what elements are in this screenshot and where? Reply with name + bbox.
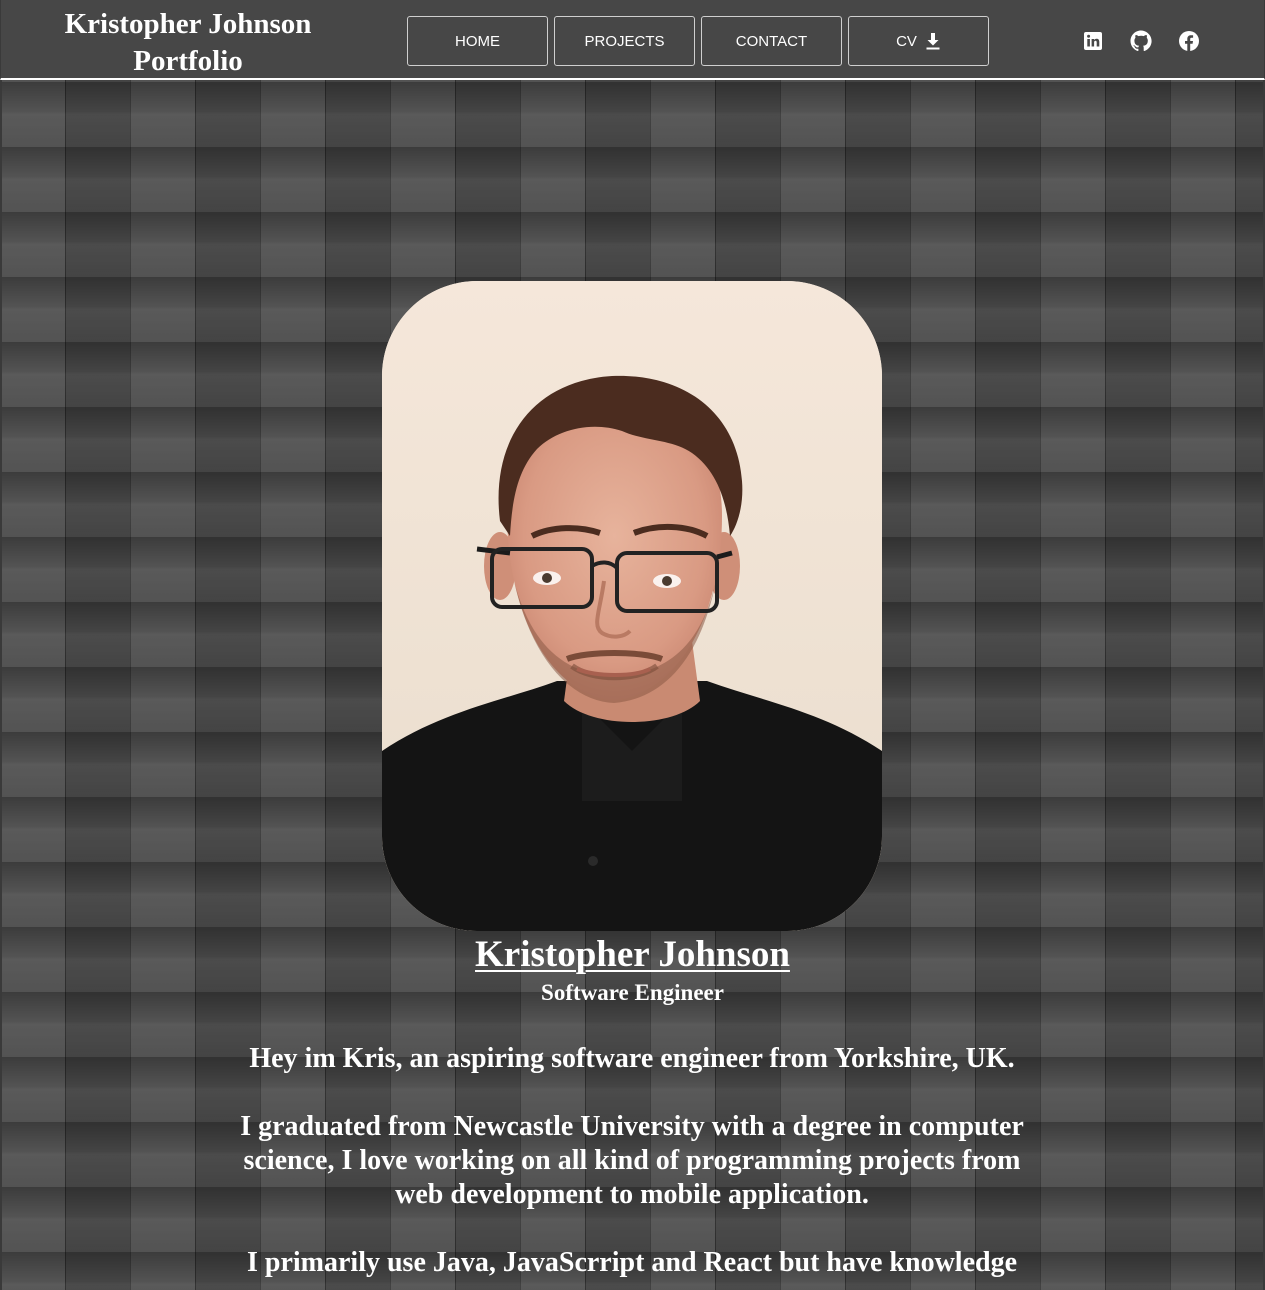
- site-header: Kristopher Johnson Portfolio HOME PROJEC…: [0, 0, 1265, 80]
- nav-cv-download-button[interactable]: CV: [848, 16, 989, 66]
- page-left-edge: [0, 0, 2, 1290]
- brand-name: Kristopher Johnson: [64, 8, 312, 40]
- nav-contact-label: CONTACT: [735, 32, 808, 50]
- nav-contact-button[interactable]: CONTACT: [701, 16, 842, 66]
- bio-paragraph-intro: Hey im Kris, an aspiring software engine…: [249, 1043, 1015, 1074]
- nav-home-button[interactable]: HOME: [407, 16, 548, 66]
- facebook-icon[interactable]: [1177, 29, 1201, 53]
- hero-role: Software Engineer: [541, 980, 724, 1005]
- bio-paragraph-education: I graduated from Newcastle University wi…: [240, 1111, 1024, 1210]
- github-icon[interactable]: [1129, 29, 1153, 53]
- hero-name: Kristopher Johnson: [475, 934, 790, 975]
- bio-paragraph-skills: I primarily use Java, JavaScrript and Re…: [247, 1247, 1017, 1278]
- linkedin-icon[interactable]: [1081, 29, 1105, 53]
- download-icon: [925, 32, 941, 50]
- nav-cv-label: CV: [896, 32, 917, 50]
- nav-home-label: HOME: [455, 32, 500, 50]
- profile-photo: [382, 281, 882, 931]
- site-brand[interactable]: Kristopher Johnson Portfolio: [33, 6, 343, 80]
- bio-section: Hey im Kris, an aspiring software engine…: [182, 1042, 1082, 1290]
- brand-subtitle: Portfolio: [133, 45, 243, 77]
- nav-projects-label: PROJECTS: [584, 32, 665, 50]
- main-nav: HOME PROJECTS CONTACT CV: [407, 16, 995, 66]
- nav-projects-button[interactable]: PROJECTS: [554, 16, 695, 66]
- social-links: [1081, 29, 1201, 53]
